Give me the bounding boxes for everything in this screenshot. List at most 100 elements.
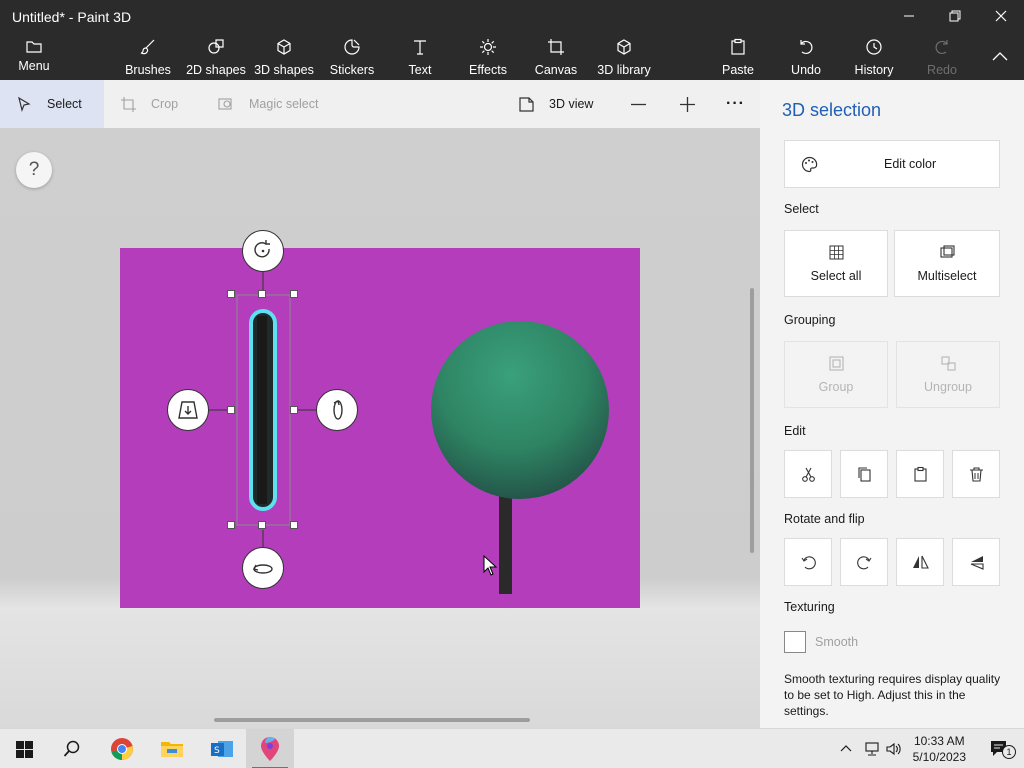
crop-button[interactable]: Crop (120, 80, 178, 128)
brushes-button[interactable]: Brushes (124, 32, 172, 80)
undo-button[interactable]: Undo (786, 32, 826, 80)
chevron-up-icon (840, 745, 852, 752)
flip-horizontal-button[interactable] (896, 538, 944, 586)
rotate-left-icon (801, 555, 816, 569)
paint3d-icon (261, 737, 279, 761)
file-explorer-taskbar-button[interactable] (148, 729, 196, 768)
more-options-button[interactable]: ··· (726, 80, 745, 128)
plus-icon (680, 96, 695, 112)
minimize-icon (904, 15, 914, 17)
folder-icon (161, 742, 183, 757)
svg-text:S: S (214, 746, 220, 756)
rotate-right-icon (856, 555, 871, 569)
notification-count-badge: 1 (1002, 745, 1016, 759)
multiselect-icon (939, 245, 955, 258)
3d-library-icon (617, 39, 631, 55)
history-icon (866, 39, 882, 55)
minimize-button[interactable] (886, 0, 932, 32)
chrome-icon (111, 738, 133, 760)
folder-icon (26, 41, 42, 53)
multiselect-button[interactable]: Multiselect (894, 230, 1000, 297)
close-button[interactable] (978, 0, 1024, 32)
text-button[interactable]: Text (400, 32, 440, 80)
show-hidden-icons-button[interactable] (834, 729, 858, 768)
flip-vertical-icon (970, 555, 984, 570)
trash-icon (969, 466, 983, 482)
outlook-taskbar-button[interactable]: S (198, 729, 246, 768)
sticker-icon (344, 39, 360, 55)
search-button[interactable] (48, 729, 96, 768)
help-button[interactable]: ? (16, 152, 52, 188)
horizontal-scrollbar[interactable] (214, 718, 530, 722)
stickers-button[interactable]: Stickers (328, 32, 376, 80)
edit-color-button[interactable]: Edit color (784, 140, 1000, 188)
notifications-button[interactable]: 1 (976, 729, 1024, 768)
3d-view-button[interactable]: 3D view (518, 80, 593, 128)
select-tool-button[interactable]: Select (0, 80, 104, 128)
rotate-y-gizmo[interactable] (316, 389, 358, 431)
select-all-button[interactable]: Select all (784, 230, 888, 297)
select-all-icon (829, 245, 843, 260)
mouse-cursor-icon (483, 555, 498, 576)
3d-view-icon (519, 96, 534, 112)
volume-button[interactable] (882, 729, 906, 768)
3d-selection-panel: 3D selection Edit color Select Select al… (760, 80, 1024, 728)
vertical-scrollbar[interactable] (750, 288, 754, 553)
tree-sphere[interactable] (431, 321, 609, 499)
rotate-left-button[interactable] (784, 538, 832, 586)
2d-shapes-button[interactable]: 2D shapes (186, 32, 246, 80)
network-button[interactable] (860, 729, 884, 768)
resize-handle-bottom-right[interactable] (290, 521, 298, 529)
3d-library-button[interactable]: 3D library (596, 32, 652, 80)
resize-handle-top-right[interactable] (290, 290, 298, 298)
workspace[interactable]: ? (0, 128, 760, 728)
speaker-icon (886, 742, 901, 756)
collapse-ribbon-button[interactable] (982, 32, 1018, 80)
3d-shapes-button[interactable]: 3D shapes (254, 32, 314, 80)
title-bar: Untitled* - Paint 3D Menu Brushes 2D sha… (0, 0, 1024, 80)
zoom-out-button[interactable] (630, 80, 661, 128)
close-icon (995, 10, 1007, 22)
redo-button[interactable]: Redo (922, 32, 962, 80)
start-button[interactable] (0, 729, 48, 768)
magic-select-button[interactable]: Magic select (218, 80, 318, 128)
paste-selection-button[interactable] (896, 450, 944, 498)
resize-handle-bottom-left[interactable] (227, 521, 235, 529)
panel-title: 3D selection (782, 100, 882, 120)
history-button[interactable]: History (852, 32, 896, 80)
resize-handle-top-left[interactable] (227, 290, 235, 298)
rotate-z-gizmo[interactable] (242, 230, 284, 272)
rotate-icon (254, 240, 270, 258)
menu-button[interactable]: Menu (14, 32, 54, 80)
flip-vertical-button[interactable] (952, 538, 1000, 586)
resize-handle-left[interactable] (227, 406, 235, 414)
clock[interactable]: 10:33 AM 5/10/2023 (913, 733, 966, 765)
copy-button[interactable] (840, 450, 888, 498)
depth-gizmo[interactable] (167, 389, 209, 431)
resize-handle-bottom[interactable] (258, 521, 266, 529)
delete-button[interactable] (952, 450, 1000, 498)
ungroup-button[interactable]: Ungroup (896, 341, 1000, 408)
rotate-x-gizmo[interactable] (242, 547, 284, 589)
resize-handle-top[interactable] (258, 290, 266, 298)
tree-3d-model[interactable] (400, 308, 640, 608)
canvas-button[interactable]: Canvas (534, 32, 578, 80)
zoom-in-button[interactable] (679, 80, 710, 128)
effects-button[interactable]: Effects (466, 32, 510, 80)
group-button[interactable]: Group (784, 341, 888, 408)
cube-icon (277, 39, 291, 55)
paste-button[interactable]: Paste (718, 32, 758, 80)
cut-button[interactable] (784, 450, 832, 498)
restore-button[interactable] (932, 0, 978, 32)
windows-icon (15, 740, 33, 758)
redo-icon (935, 40, 948, 55)
smooth-checkbox[interactable] (784, 631, 806, 653)
resize-handle-right[interactable] (290, 406, 298, 414)
copy-icon (857, 466, 871, 482)
rotate-right-button[interactable] (840, 538, 888, 586)
chrome-taskbar-button[interactable] (98, 729, 146, 768)
paint3d-taskbar-button[interactable] (246, 729, 294, 768)
outlook-icon: S (211, 741, 233, 757)
tree-trunk[interactable] (499, 488, 512, 594)
brush-icon (140, 39, 155, 55)
